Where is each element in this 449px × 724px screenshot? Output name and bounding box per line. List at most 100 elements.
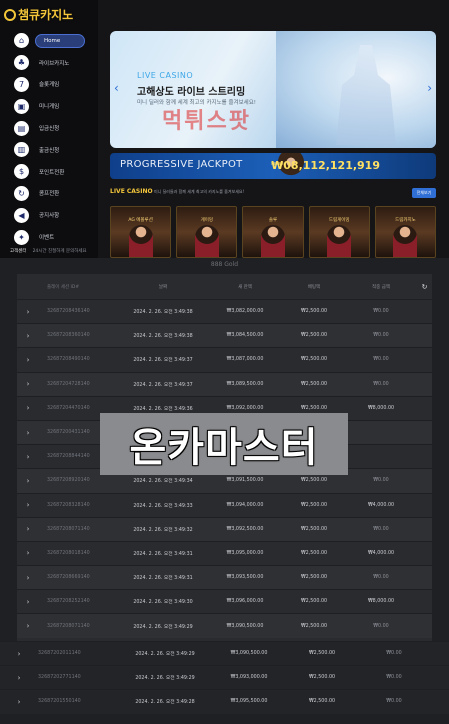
cell-bet: ₩2,500.00 bbox=[308, 699, 336, 705]
table-row[interactable]: › 32687208071140 2024. 2. 26. 오전 3:49:32 ₩3… bbox=[17, 516, 432, 541]
site-logo[interactable]: 챔큐카지노 bbox=[4, 4, 96, 26]
live-casino-header: LIVE CASINO 미니 딜러들과 함께 세계 최고의 카지노를 즐겨보세요… bbox=[110, 188, 436, 200]
cell-win: ₩0.00 bbox=[373, 357, 389, 363]
jackpot-bar: PROGRESSIVE JACKPOT ₩08,112,121,919 bbox=[110, 153, 436, 179]
col-bet: 배팅액 bbox=[307, 284, 321, 290]
expand-chevron-icon[interactable]: › bbox=[17, 380, 39, 388]
sidebar-item-label: 콤프전환 bbox=[39, 191, 60, 198]
game-card[interactable]: AG 에볼루션 bbox=[110, 206, 172, 258]
expand-chevron-icon[interactable]: › bbox=[0, 650, 38, 658]
expand-chevron-icon[interactable]: › bbox=[17, 574, 39, 582]
expand-chevron-icon[interactable]: › bbox=[17, 453, 39, 461]
banner-watermark: 먹튀스팟 bbox=[162, 109, 251, 134]
table-row[interactable]: › 32687208252140 2024. 2. 26. 오전 3:49:30 ₩3… bbox=[17, 589, 432, 613]
view-all-button[interactable]: 전체보기 bbox=[412, 188, 436, 198]
hero-banner[interactable]: LIVE CASINO 고해상도 라이브 스트리밍 미니 딜러와 함께 세계 최… bbox=[110, 31, 436, 148]
cell-balance: ₩3,092,000.00 bbox=[226, 405, 264, 411]
sidebar-item-7[interactable]: ↻ 콤프전환 bbox=[10, 183, 96, 205]
expand-chevron-icon[interactable]: › bbox=[17, 525, 39, 533]
cell-date: 2024. 2. 26. 오전 3:49:38 bbox=[133, 334, 193, 340]
cell-balance: ₩3,095,500.00 bbox=[230, 699, 268, 705]
banner-prev-arrow-icon[interactable]: ‹ bbox=[114, 81, 119, 95]
banner-kicker: LIVE CASINO bbox=[137, 71, 194, 80]
cell-date: 2024. 2. 26. 오전 3:49:37 bbox=[133, 358, 193, 364]
dealer-image bbox=[194, 225, 219, 257]
expand-chevron-icon[interactable]: › bbox=[17, 501, 39, 509]
cell-date: 2024. 2. 26. 오전 3:49:34 bbox=[133, 479, 193, 485]
col-win: 적중 금액 bbox=[372, 284, 390, 290]
table-row[interactable]: › 32687201550140 2024. 2. 26. 오전 3:49:28 ₩3… bbox=[0, 689, 449, 714]
expand-chevron-icon[interactable]: › bbox=[17, 308, 39, 316]
cell-win: ₩8,000.00 bbox=[367, 405, 395, 411]
table-row[interactable]: › 32687202771140 2024. 2. 26. 오전 3:49:29 ₩3… bbox=[0, 665, 449, 690]
expand-chevron-icon[interactable]: › bbox=[17, 622, 39, 630]
cell-bet: ₩2,500.00 bbox=[300, 381, 328, 387]
sidebar-item-8[interactable]: ◀ 공지사항 bbox=[10, 204, 96, 226]
table-row[interactable]: › 32687208436140 2024. 2. 26. 오전 3:49:38 ₩3… bbox=[17, 299, 432, 323]
expand-chevron-icon[interactable]: › bbox=[17, 598, 39, 606]
expand-chevron-icon[interactable]: › bbox=[0, 698, 38, 706]
watermark-overlay-text: 온카마스터 bbox=[129, 425, 319, 471]
cell-date: 2024. 2. 26. 오전 3:49:30 bbox=[133, 600, 193, 606]
sidebar-item-2[interactable]: 7 슬롯게임 bbox=[10, 74, 96, 96]
cell-balance: ₩3,093,000.00 bbox=[230, 675, 268, 681]
game-card-label: 솔루 bbox=[268, 218, 278, 223]
expand-chevron-icon[interactable]: › bbox=[17, 332, 39, 340]
sidebar-item-label: 공지사항 bbox=[39, 213, 60, 220]
expand-chevron-icon[interactable]: › bbox=[17, 404, 39, 412]
table-row[interactable]: › 32687204728140 2024. 2. 26. 오전 3:49:37 ₩3… bbox=[17, 371, 432, 396]
expand-chevron-icon[interactable]: › bbox=[17, 549, 39, 557]
cell-session-id: 32687208360140 bbox=[47, 333, 90, 339]
cell-bet: ₩2,500.00 bbox=[300, 575, 328, 581]
game-card[interactable]: 드림카지노 bbox=[374, 206, 437, 258]
game-title: 888 Gold bbox=[210, 261, 239, 268]
comp-icon: ↻ bbox=[14, 185, 29, 201]
helpdesk[interactable]: 고객센터 24시간 친절하게 문의하세요 bbox=[10, 248, 87, 254]
cell-balance: ₩3,096,000.00 bbox=[226, 599, 264, 605]
sidebar-item-label: 라이브카지노 bbox=[39, 60, 70, 67]
game-card[interactable]: 게이밍 bbox=[176, 206, 238, 258]
sidebar-item-5[interactable]: ▥ 출금신청 bbox=[10, 139, 96, 161]
expand-chevron-icon[interactable]: › bbox=[17, 477, 39, 485]
cell-bet: ₩2,500.00 bbox=[300, 478, 328, 484]
table-row[interactable]: › 32687208360140 2024. 2. 26. 오전 3:49:38 ₩3… bbox=[17, 323, 432, 348]
notice-icon: ◀ bbox=[14, 207, 29, 223]
banner-next-arrow-icon[interactable]: › bbox=[427, 81, 432, 95]
cell-win: ₩0.00 bbox=[373, 309, 389, 315]
cell-date: 2024. 2. 26. 오전 3:49:36 bbox=[133, 406, 193, 412]
col-session-id: 플레이 세션 ID# bbox=[47, 284, 80, 290]
table-row[interactable]: › 32687208071140 2024. 2. 26. 오전 3:49:29 ₩3… bbox=[17, 613, 432, 638]
cell-balance: ₩3,094,000.00 bbox=[226, 502, 264, 508]
expand-chevron-icon[interactable]: › bbox=[17, 429, 39, 437]
table-row[interactable]: › 32687208018140 2024. 2. 26. 오전 3:49:31 ₩3… bbox=[17, 540, 432, 565]
table-row[interactable]: › 32687208490140 2024. 2. 26. 오전 3:49:37 ₩3… bbox=[17, 347, 432, 371]
game-card-label: 드림카지노 bbox=[395, 218, 416, 223]
refresh-icon[interactable]: ↻ bbox=[417, 283, 432, 291]
game-card[interactable]: 솔루 bbox=[242, 206, 304, 258]
game-card[interactable]: 드림게이밍 bbox=[308, 206, 370, 258]
dealer-image bbox=[393, 225, 418, 257]
sidebar-item-1[interactable]: ♣ 라이브카지노 bbox=[10, 52, 96, 74]
table-row[interactable]: › 32687202011140 2024. 2. 26. 오전 3:49:29 ₩3… bbox=[0, 641, 449, 666]
cell-balance: ₩3,091,500.00 bbox=[226, 478, 264, 484]
sidebar-item-9[interactable]: ✦ 이벤트 bbox=[10, 226, 96, 248]
sidebar-item-3[interactable]: ▣ 미니게임 bbox=[10, 95, 96, 117]
sidebar-item-0[interactable]: ⌂ Home bbox=[10, 30, 96, 52]
sidebar-item-6[interactable]: $ 포인트전환 bbox=[10, 161, 96, 183]
cell-win: ₩0.00 bbox=[373, 623, 389, 629]
slot-icon: 7 bbox=[14, 76, 29, 92]
cell-win: ₩0.00 bbox=[373, 333, 389, 339]
cell-bet: ₩2,500.00 bbox=[300, 599, 328, 605]
cell-bet: ₩2,500.00 bbox=[300, 405, 328, 411]
cell-date: 2024. 2. 26. 오전 3:49:37 bbox=[133, 382, 193, 388]
table-row[interactable]: › 32687208328140 2024. 2. 26. 오전 3:49:33 ₩3… bbox=[17, 492, 432, 517]
cell-balance: ₩3,087,000.00 bbox=[226, 357, 264, 363]
cell-session-id: 32687208436140 bbox=[47, 309, 90, 315]
expand-chevron-icon[interactable]: › bbox=[0, 674, 38, 682]
dealer-image bbox=[261, 225, 285, 257]
expand-chevron-icon[interactable]: › bbox=[17, 356, 39, 364]
cell-date: 2024. 2. 26. 오전 3:49:29 bbox=[133, 624, 193, 630]
sidebar-item-4[interactable]: ▤ 입금신청 bbox=[10, 117, 96, 139]
table-row[interactable]: › 32687208669140 2024. 2. 26. 오전 3:49:31 ₩3… bbox=[17, 565, 432, 590]
home-icon: ⌂ bbox=[14, 33, 29, 49]
